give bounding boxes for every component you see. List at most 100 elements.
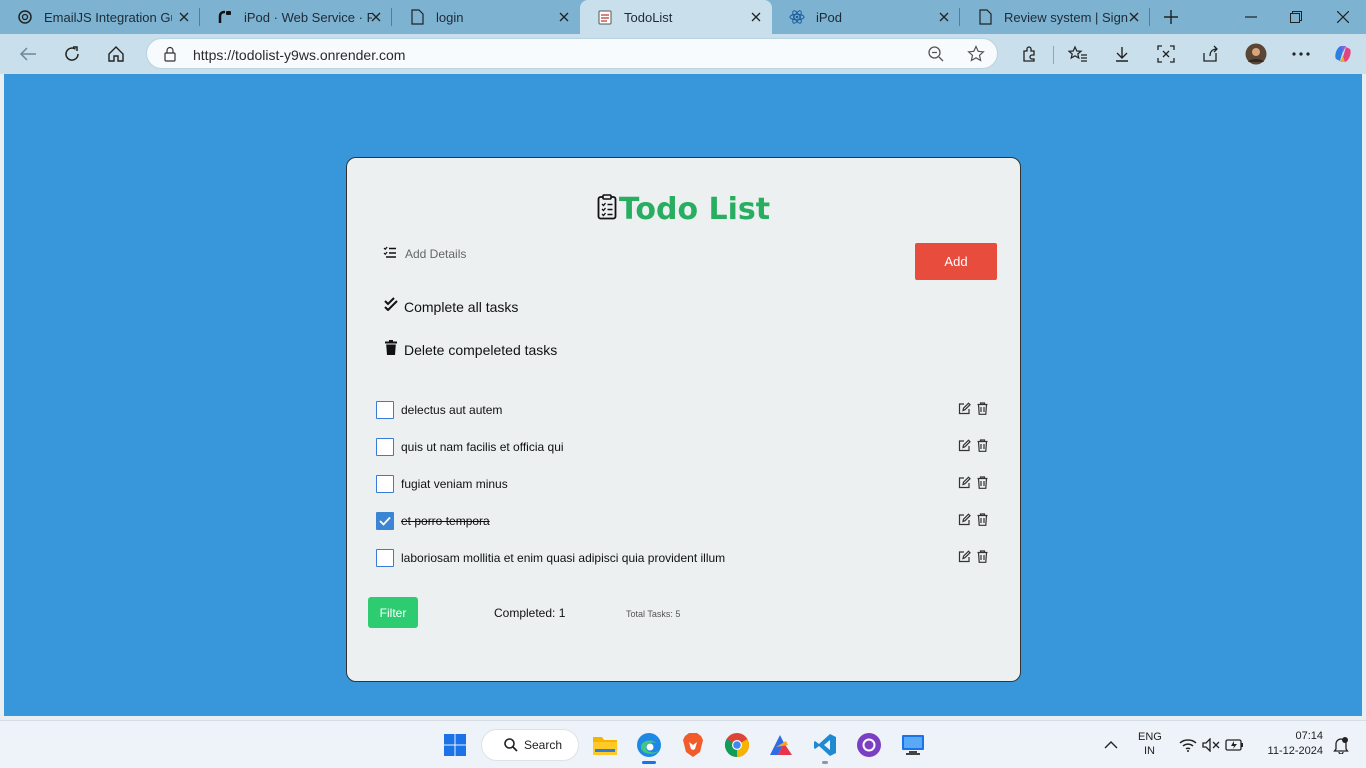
more-options-icon[interactable] [1289, 42, 1313, 66]
task-checkbox[interactable] [376, 437, 394, 456]
browser-tab-strip: EmailJS Integration Guid iPod · Web Serv… [0, 0, 1366, 34]
render-icon [216, 8, 234, 26]
task-text: delectus aut autem [401, 402, 503, 417]
react-icon [788, 8, 806, 26]
chevron-up-icon[interactable] [1096, 730, 1126, 760]
complete-all-label: Complete all tasks [404, 299, 519, 315]
favorite-star-icon[interactable] [967, 45, 985, 68]
filter-button[interactable]: Filter [368, 597, 418, 628]
home-icon[interactable] [104, 42, 128, 66]
delete-task-icon[interactable] [977, 476, 988, 494]
close-window-icon[interactable] [1332, 6, 1354, 28]
completed-count: Completed: 1 [494, 606, 566, 620]
tab-title: EmailJS Integration Guid [44, 9, 172, 25]
windows-start-icon[interactable] [440, 730, 470, 760]
close-icon[interactable] [556, 9, 572, 25]
task-checkbox[interactable] [376, 400, 394, 419]
close-icon[interactable] [748, 9, 764, 25]
brave-icon[interactable] [678, 730, 708, 760]
battery-charging-icon[interactable] [1220, 730, 1250, 760]
minimize-icon[interactable] [1240, 6, 1262, 28]
extensions-icon[interactable] [1017, 42, 1041, 66]
task-text: et porro tempora [401, 513, 490, 528]
tab-ipod-render[interactable]: iPod · Web Service · Re [200, 0, 392, 34]
clock[interactable]: 07:14 11-12-2024 [1261, 730, 1323, 757]
delete-task-icon[interactable] [977, 550, 988, 568]
address-bar[interactable]: https://todolist-y9ws.onrender.com [146, 38, 998, 69]
openai-icon [16, 8, 34, 26]
language-line2: IN [1144, 745, 1155, 757]
delete-completed-tasks-button[interactable]: Delete compeleted tasks [383, 340, 557, 358]
task-checkbox[interactable] [376, 511, 394, 530]
clipboard-icon [597, 194, 617, 225]
tab-title: Review system | Sign In [1004, 9, 1132, 25]
refresh-icon[interactable] [60, 42, 84, 66]
task-text: laboriosam mollitia et enim quasi adipis… [401, 550, 726, 565]
favorites-icon[interactable] [1066, 42, 1090, 66]
app-header: Todo List [347, 192, 1020, 227]
page-viewport: Todo List Add Complete all tasks Delete … [4, 74, 1362, 716]
add-details-input[interactable] [405, 247, 835, 261]
edit-icon[interactable] [958, 402, 971, 420]
page-icon [976, 8, 994, 26]
delete-task-icon[interactable] [977, 513, 988, 531]
tab-review-system[interactable]: Review system | Sign In [960, 0, 1150, 34]
edit-icon[interactable] [958, 513, 971, 531]
tab-title: iPod [816, 9, 843, 25]
todo-card: Todo List Add Complete all tasks Delete … [346, 157, 1021, 682]
edit-icon[interactable] [958, 550, 971, 568]
windows-taskbar: Search ENG IN 07:14 11-12-2024 [0, 720, 1366, 768]
tab-title: TodoList [624, 9, 673, 25]
chrome-icon[interactable] [722, 730, 752, 760]
tab-emailjs[interactable]: EmailJS Integration Guid [0, 0, 200, 34]
task-checkbox[interactable] [376, 548, 394, 567]
edit-icon[interactable] [958, 476, 971, 494]
complete-all-tasks-button[interactable]: Complete all tasks [383, 297, 518, 315]
profile-avatar[interactable] [1244, 42, 1268, 66]
clock-time: 07:14 [1295, 730, 1323, 742]
notification-bell-icon[interactable] [1326, 730, 1356, 760]
task-text: fugiat veniam minus [401, 476, 508, 491]
delete-task-icon[interactable] [977, 402, 988, 420]
screenshot-icon[interactable] [1154, 42, 1178, 66]
close-icon[interactable] [1126, 9, 1142, 25]
github-desktop-icon[interactable] [854, 730, 884, 760]
lock-icon[interactable] [163, 46, 177, 67]
task-item: laboriosam mollitia et enim quasi adipis… [376, 539, 996, 576]
close-icon[interactable] [368, 9, 384, 25]
edge-icon[interactable] [634, 730, 664, 760]
back-icon[interactable] [16, 42, 40, 66]
zoom-out-icon[interactable] [927, 45, 945, 68]
page-title: Todo List [618, 192, 771, 227]
restore-icon[interactable] [1285, 6, 1307, 28]
close-icon[interactable] [176, 9, 192, 25]
new-tab-button[interactable] [1160, 6, 1182, 28]
tab-ipod-react[interactable]: iPod [772, 0, 960, 34]
trash-icon [383, 340, 399, 358]
task-text: quis ut nam facilis et officia qui [401, 439, 564, 454]
delete-completed-label: Delete compeleted tasks [404, 342, 558, 358]
task-item: quis ut nam facilis et officia qui [376, 428, 996, 465]
taskbar-search[interactable]: Search [481, 729, 579, 761]
delete-task-icon[interactable] [977, 439, 988, 457]
close-icon[interactable] [936, 9, 952, 25]
task-checkbox[interactable] [376, 474, 394, 493]
edit-icon[interactable] [958, 439, 971, 457]
file-explorer-icon[interactable] [590, 730, 620, 760]
tab-todolist[interactable]: TodoList [580, 0, 772, 34]
notepad-icon [596, 8, 614, 26]
copilot-icon[interactable] [1331, 42, 1355, 66]
tab-login[interactable]: login [392, 0, 580, 34]
page-icon [408, 8, 426, 26]
tab-title: login [436, 9, 464, 25]
add-button[interactable]: Add [915, 243, 997, 280]
url-text[interactable]: https://todolist-y9ws.onrender.com [193, 47, 405, 63]
vscode-icon[interactable] [810, 730, 840, 760]
nextjs-app-icon[interactable] [766, 730, 796, 760]
language-indicator[interactable]: ENG IN [1138, 731, 1162, 757]
share-icon[interactable] [1198, 42, 1222, 66]
downloads-icon[interactable] [1110, 42, 1134, 66]
task-list: delectus aut autem quis ut nam facilis e… [376, 391, 996, 576]
checkmark-icon [379, 516, 391, 526]
remote-desktop-icon[interactable] [898, 730, 928, 760]
